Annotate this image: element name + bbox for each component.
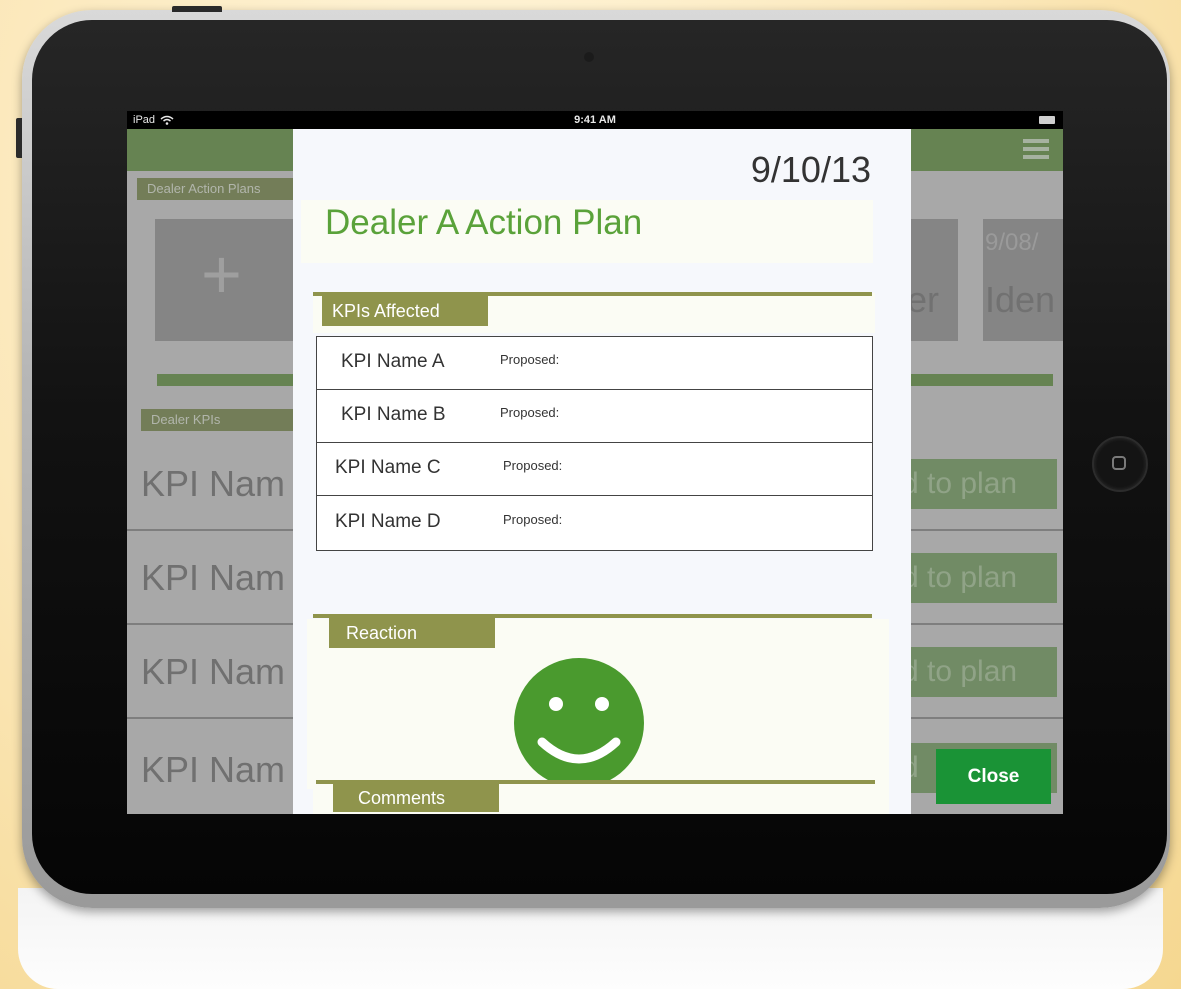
front-camera [584,52,594,62]
kpi-table-row[interactable]: KPI Name A Proposed: [317,337,872,390]
home-square-icon [1112,456,1126,470]
status-time: 9:41 AM [574,114,616,126]
happy-face-icon[interactable] [514,658,644,788]
modal-title: Dealer A Action Plan [325,203,643,242]
kpi-name: KPI Name B [341,404,446,425]
kpi-table-row[interactable]: KPI Name D Proposed: [317,497,872,550]
reaction-header: Reaction [329,618,495,648]
kpi-name: KPI Name D [335,511,441,532]
kpi-name: KPI Name A [341,351,445,372]
kpi-table: KPI Name A Proposed: KPI Name B Proposed… [316,336,873,551]
volume-button [16,118,22,158]
kpi-table-row[interactable]: KPI Name C Proposed: [317,443,872,496]
kpi-proposed: Proposed: [503,512,563,527]
sleep-button [172,6,222,12]
kpi-name: KPI Name C [335,457,441,478]
kpi-proposed: Proposed: [500,352,560,367]
home-button[interactable] [1092,436,1148,492]
kpi-table-row[interactable]: KPI Name B Proposed: [317,390,872,443]
kpi-proposed: Proposed: [500,405,560,420]
kpis-affected-header: KPIs Affected [322,296,488,326]
status-bar: iPad 9:41 AM [127,111,1063,129]
ipad-screen: iPad 9:41 AM Dealer Action Plans + er 9/… [127,111,1063,814]
kpi-proposed: Proposed: [503,458,563,473]
action-plan-modal: 9/10/13 Dealer A Action Plan KPIs Affect… [293,129,911,814]
battery-icon [1039,116,1055,124]
plan-date: 9/10/13 [750,149,871,190]
comments-header: Comments [333,784,499,812]
close-button[interactable]: Close [936,749,1051,804]
